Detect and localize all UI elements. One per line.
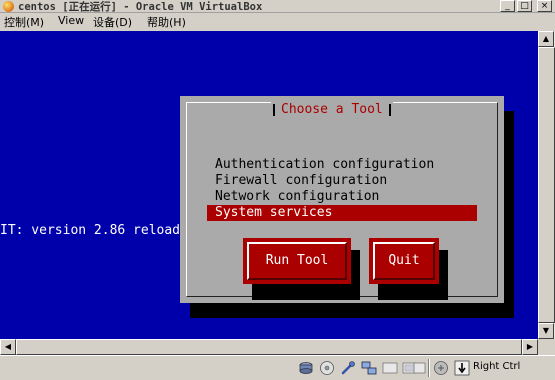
tool-item-system-services[interactable]: System services xyxy=(207,205,477,221)
quit-button[interactable]: Quit xyxy=(369,238,439,284)
menu-item-help[interactable]: 帮助(H) xyxy=(147,14,186,30)
scroll-right-arrow-icon[interactable]: ▶ xyxy=(522,339,538,355)
run-tool-label: Run Tool xyxy=(265,253,329,268)
video-capture-icon[interactable] xyxy=(411,360,427,376)
maximize-button[interactable]: □ xyxy=(517,0,532,12)
window-title: centos [正在运行] - Oracle VM VirtualBox xyxy=(18,1,263,13)
run-tool-button[interactable]: Run Tool xyxy=(243,238,351,284)
choose-tool-dialog: Choose a Tool Authentication configurati… xyxy=(180,96,504,303)
usb-icon[interactable] xyxy=(340,360,356,376)
scrollbar-corner xyxy=(538,339,555,355)
menu-item-machine[interactable]: 控制(M) xyxy=(4,14,44,30)
vertical-scrollbar[interactable]: ▲ ▼ xyxy=(538,31,555,339)
scroll-left-arrow-icon[interactable]: ◀ xyxy=(0,339,16,355)
tool-item-network[interactable]: Network configuration xyxy=(213,189,477,205)
close-button[interactable]: × xyxy=(537,0,552,12)
menu-bar: 控制(M) View 设备(D) 帮助(H) xyxy=(0,13,555,31)
host-key-arrow-icon xyxy=(454,360,470,376)
menu-item-devices[interactable]: 设备(D) xyxy=(93,14,132,30)
network-icon[interactable] xyxy=(361,360,377,376)
status-bar: Right Ctrl xyxy=(0,355,555,380)
scroll-up-arrow-icon[interactable]: ▲ xyxy=(538,31,554,47)
host-key-label: Right Ctrl xyxy=(473,361,521,372)
vm-display[interactable]: IT: version 2.86 reloading Choose a Tool… xyxy=(0,31,538,339)
mouse-integration-icon[interactable] xyxy=(433,360,449,376)
horizontal-scrollbar[interactable]: ◀ ▶ xyxy=(0,339,538,355)
shared-folder-icon[interactable] xyxy=(382,360,398,376)
quit-label: Quit xyxy=(388,253,420,268)
optical-drive-icon[interactable] xyxy=(319,360,335,376)
minimize-button[interactable]: _ xyxy=(500,0,515,12)
title-bar[interactable]: centos [正在运行] - Oracle VM VirtualBox _ □… xyxy=(0,0,555,13)
tool-item-firewall[interactable]: Firewall configuration xyxy=(213,173,477,189)
vertical-scroll-thumb[interactable] xyxy=(538,47,555,323)
virtualbox-app-icon xyxy=(3,1,14,12)
hard-disk-icon[interactable] xyxy=(298,360,314,376)
tool-item-authentication[interactable]: Authentication configuration xyxy=(213,157,477,173)
status-separator xyxy=(428,359,430,377)
dialog-title: Choose a Tool xyxy=(271,102,393,118)
console-output-line: IT: version 2.86 reloading xyxy=(0,223,204,238)
scroll-down-arrow-icon[interactable]: ▼ xyxy=(538,323,554,339)
menu-item-view[interactable]: View xyxy=(58,14,84,27)
horizontal-scroll-thumb[interactable] xyxy=(16,339,522,355)
